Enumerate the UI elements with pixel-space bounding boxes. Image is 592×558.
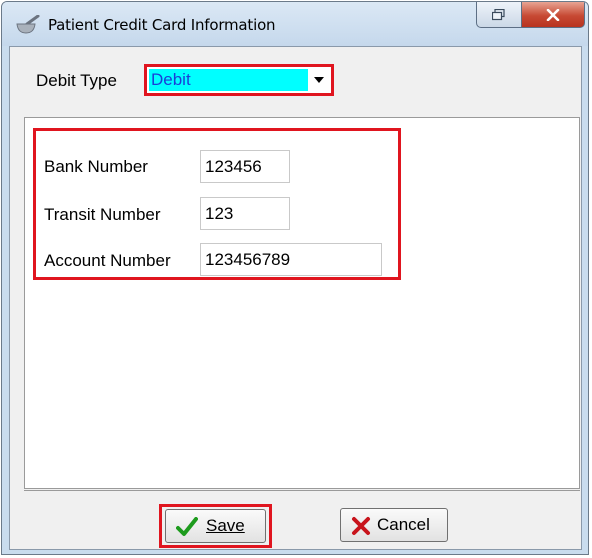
bank-fields-group: Bank Number 123456 Transit Number 123 Ac… [33, 128, 401, 280]
bank-details-panel: Bank Number 123456 Transit Number 123 Ac… [24, 117, 580, 489]
bank-number-input[interactable]: 123456 [200, 150, 290, 183]
close-icon [546, 8, 560, 21]
dialog-window: Patient Credit Card Information Debit Ty… [1, 1, 589, 555]
restore-button[interactable] [476, 2, 522, 28]
account-number-label: Account Number [44, 251, 171, 270]
footer-divider [24, 490, 580, 491]
mortar-pestle-icon [16, 15, 40, 34]
dialog-client-area: Debit Type Debit Bank Number 123456 Tran… [9, 46, 582, 550]
title-bar[interactable]: Patient Credit Card Information [2, 2, 588, 46]
chevron-down-icon [314, 77, 324, 83]
debit-type-label: Debit Type [36, 71, 117, 90]
cancel-button[interactable]: Cancel [340, 508, 448, 542]
debit-type-select[interactable]: Debit [144, 64, 334, 96]
checkmark-icon [176, 517, 198, 536]
dropdown-arrow[interactable] [308, 68, 330, 92]
x-icon [352, 517, 370, 535]
restore-icon [492, 8, 505, 20]
transit-number-label: Transit Number [44, 205, 161, 224]
account-number-input[interactable]: 123456789 [200, 243, 382, 276]
cancel-button-label: Cancel [377, 515, 430, 534]
close-button[interactable] [521, 2, 585, 28]
window-title: Patient Credit Card Information [48, 16, 276, 34]
save-button[interactable]: Save [165, 509, 266, 543]
debit-type-value: Debit [149, 69, 309, 91]
save-button-label: Save [206, 516, 245, 535]
transit-number-input[interactable]: 123 [200, 197, 290, 230]
save-highlight: Save [159, 504, 272, 548]
bank-number-label: Bank Number [44, 157, 148, 176]
